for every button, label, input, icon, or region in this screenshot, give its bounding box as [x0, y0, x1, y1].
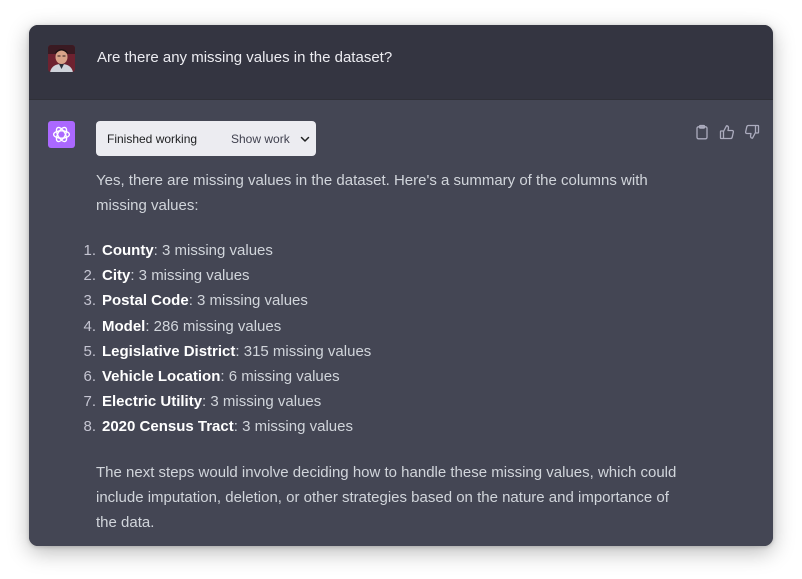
- list-item: 2. City: 3 missing values: [83, 263, 686, 288]
- column-name: 2020 Census Tract: [102, 418, 234, 436]
- code-interpreter-status-box: Finished working Show work: [96, 121, 316, 156]
- missing-count: : 3 missing values: [233, 418, 353, 436]
- list-item-number: 5.: [83, 342, 96, 360]
- user-message-row: Are there any missing values in the data…: [29, 25, 773, 100]
- list-item-number: 4.: [83, 317, 96, 335]
- list-item-number: 1.: [83, 242, 96, 259]
- thumbs-up-icon[interactable]: [719, 124, 735, 140]
- clipboard-icon[interactable]: [694, 124, 710, 140]
- list-item: 5. Legislative District: 315 missing valu…: [83, 339, 686, 364]
- list-item: 7. Electric Utility: 3 missing values: [83, 389, 686, 414]
- list-item-number: 7.: [83, 393, 96, 411]
- missing-count: : 3 missing values: [153, 242, 273, 259]
- work-status-label: Finished working: [107, 132, 198, 146]
- list-item-number: 3.: [83, 292, 96, 310]
- list-item: 3. Postal Code: 3 missing values: [83, 288, 686, 313]
- missing-count: : 3 missing values: [130, 267, 250, 285]
- missing-count: : 315 missing values: [235, 342, 372, 360]
- column-name: Vehicle Location: [102, 367, 221, 385]
- message-actions: [694, 124, 760, 140]
- list-item-number: 6.: [83, 367, 96, 385]
- missing-values-list: 1. County: 3 missing values 2. City: 3 mis…: [83, 238, 686, 440]
- missing-count: : 3 missing values: [202, 393, 322, 411]
- assistant-message-content: Yes, there are missing values in the dat…: [83, 168, 686, 535]
- openai-logo-icon: [52, 126, 71, 143]
- list-item: 8. 2020 Census Tract: 3 missing values: [83, 414, 686, 439]
- column-name: Model: [102, 317, 146, 335]
- list-item: 4. Model: 286 missing values: [83, 314, 686, 339]
- user-message-text: Are there any missing values in the data…: [97, 49, 393, 66]
- user-avatar: [48, 45, 75, 72]
- list-item: 1. County: 3 missing values: [83, 238, 686, 263]
- show-work-button[interactable]: Show work: [231, 129, 311, 149]
- column-name: Electric Utility: [102, 393, 203, 411]
- assistant-message-row: Finished working Show work Yes, there ar…: [29, 100, 773, 546]
- list-item-number: 8.: [83, 418, 96, 436]
- user-photo-icon: [48, 45, 75, 72]
- conclusion-paragraph: The next steps would involve deciding ho…: [96, 463, 677, 531]
- missing-count: : 3 missing values: [188, 292, 308, 310]
- assistant-avatar: [48, 121, 75, 148]
- column-name: City: [102, 267, 131, 285]
- column-name: Postal Code: [102, 292, 189, 310]
- thumbs-down-icon[interactable]: [744, 124, 760, 140]
- list-item: 6. Vehicle Location: 6 missing values: [83, 364, 686, 389]
- missing-count: : 6 missing values: [220, 367, 340, 385]
- missing-count: : 286 missing values: [145, 317, 282, 335]
- column-name: Legislative District: [102, 342, 236, 360]
- chevron-down-icon: [300, 136, 309, 142]
- column-name: County: [102, 242, 154, 259]
- list-item-number: 2.: [83, 267, 96, 285]
- intro-paragraph: Yes, there are missing values in the dat…: [96, 172, 648, 214]
- show-work-label: Show work: [231, 132, 290, 146]
- chat-window: Are there any missing values in the data…: [29, 25, 773, 546]
